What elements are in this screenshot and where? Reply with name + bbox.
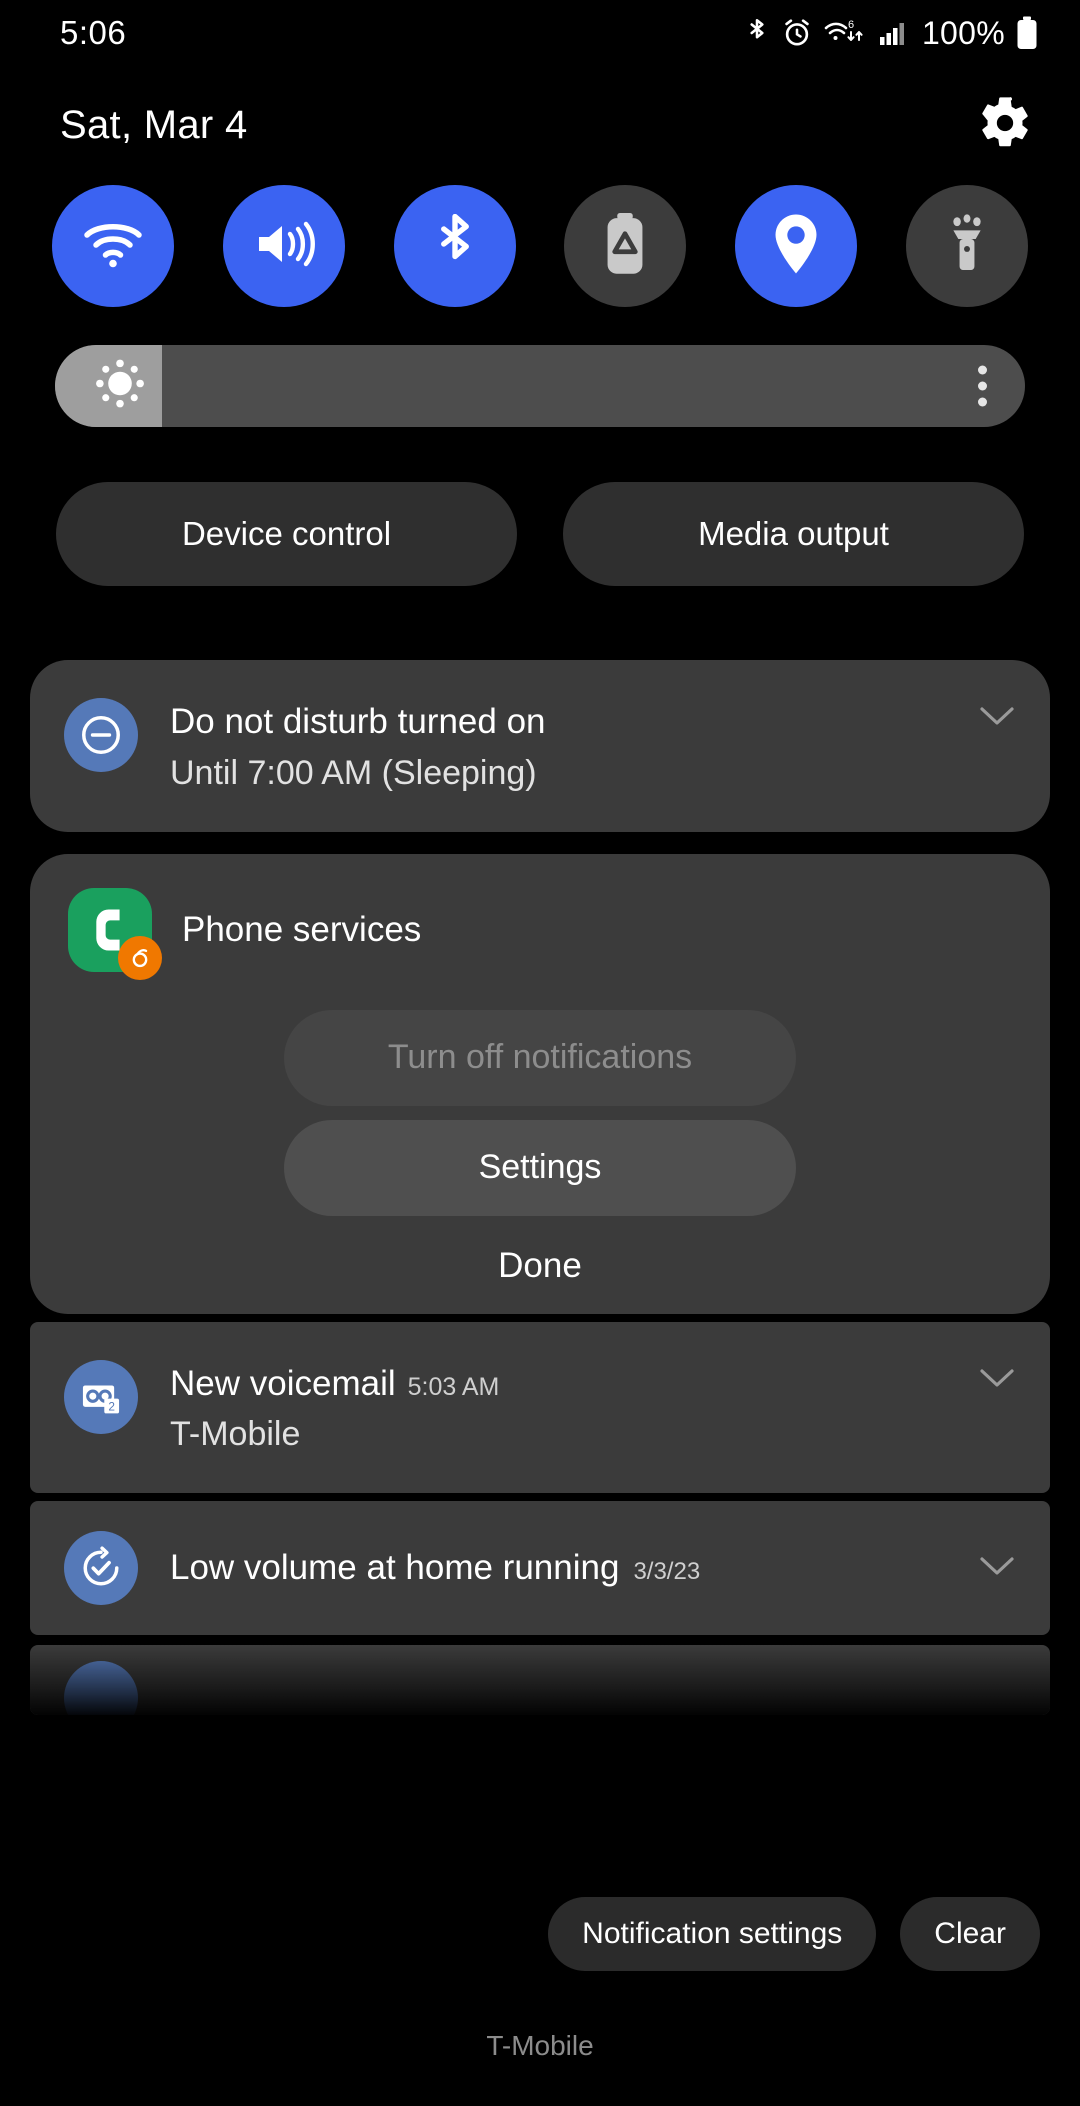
notification-time: 5:03 AM — [407, 1372, 500, 1401]
qs-tile-location[interactable] — [735, 185, 858, 307]
cellular-signal-icon — [879, 18, 909, 48]
notification-routine[interactable]: Low volume at home running 3/3/23 — [30, 1501, 1050, 1636]
qs-tile-flashlight[interactable] — [905, 185, 1028, 307]
notification-do-not-disturb[interactable]: Do not disturb turned on Until 7:00 AM (… — [30, 660, 1050, 832]
more-vertical-icon[interactable] — [978, 365, 987, 407]
phone-app-icon — [68, 887, 162, 980]
notification-phone-services[interactable]: Phone services Turn off notifications Se… — [30, 853, 1050, 1314]
date-label: Sat, Mar 4 — [60, 102, 248, 147]
shade-footer: Notification settings Clear — [0, 1880, 1080, 1988]
battery-percent-label: 100% — [921, 14, 1005, 51]
notification-settings-button[interactable]: Notification settings — [548, 1897, 877, 1971]
wifi-6-icon: 6 — [824, 17, 868, 49]
qs-tile-power-saving[interactable] — [564, 185, 687, 307]
partial-notification-icon — [64, 1661, 138, 1716]
flashlight-icon — [942, 213, 992, 280]
brightness-sun-icon — [93, 357, 147, 416]
chevron-down-icon — [978, 704, 1016, 733]
do-not-disturb-icon — [64, 698, 138, 772]
dot — [978, 397, 987, 407]
dot — [978, 365, 987, 375]
notification-settings-action-button[interactable]: Settings — [284, 1119, 796, 1216]
expand-button[interactable] — [968, 1360, 1016, 1395]
battery-saver-icon — [603, 212, 647, 280]
notification-app-name: Phone services — [182, 909, 422, 949]
qs-tile-bluetooth[interactable] — [393, 185, 516, 307]
notification-title: New voicemail — [170, 1363, 396, 1403]
device-control-button[interactable]: Device control — [56, 482, 517, 586]
routines-check-icon — [64, 1531, 138, 1606]
notification-partially-visible[interactable] — [30, 1645, 1050, 1716]
expand-button[interactable] — [968, 698, 1016, 733]
voicemail-icon: 2 — [64, 1359, 138, 1434]
shortcut-row: Device control Media output — [56, 482, 1024, 586]
svg-text:2: 2 — [108, 1399, 115, 1413]
qs-tile-wifi[interactable] — [52, 185, 174, 307]
dot — [978, 381, 987, 391]
notification-subtitle: Until 7:00 AM (Sleeping) — [170, 753, 537, 792]
expand-button[interactable] — [968, 1554, 1016, 1583]
status-bar: 5:06 6 100% — [0, 0, 1080, 66]
notification-date: 3/3/23 — [633, 1557, 701, 1585]
notification-list[interactable]: Do not disturb turned on Until 7:00 AM (… — [0, 660, 1080, 1850]
chevron-down-icon — [978, 1366, 1016, 1395]
brightness-slider[interactable] — [55, 345, 1025, 427]
status-bar-clock: 5:06 — [60, 14, 127, 51]
notification-title: Do not disturb turned on — [170, 702, 546, 741]
battery-full-icon — [1016, 16, 1038, 50]
settings-button[interactable] — [970, 90, 1040, 160]
media-output-button[interactable]: Media output — [563, 482, 1024, 586]
turn-off-notifications-button[interactable]: Turn off notifications — [284, 1009, 796, 1106]
location-pin-icon — [770, 212, 822, 281]
qs-tile-sound[interactable] — [222, 185, 345, 307]
orange-badge-icon — [118, 935, 162, 980]
chevron-down-icon — [978, 1554, 1016, 1583]
notification-shade: 5:06 6 100% Sat, Mar 4 Device control Me… — [0, 0, 1080, 2106]
drag-handle[interactable] — [0, 2084, 1080, 2106]
status-bar-icons: 6 100% — [744, 15, 1038, 52]
done-button[interactable]: Done — [30, 1246, 1050, 1286]
carrier-label: T-Mobile — [486, 2030, 594, 2061]
svg-text:6: 6 — [848, 19, 854, 31]
bluetooth-icon — [433, 213, 477, 279]
gear-icon — [977, 95, 1033, 156]
volume-icon — [253, 216, 315, 277]
notification-subtitle: T-Mobile — [170, 1415, 301, 1454]
notification-title: Low volume at home running — [170, 1547, 620, 1587]
alarm-icon — [781, 17, 813, 49]
bluetooth-icon — [744, 16, 770, 50]
clear-button[interactable]: Clear — [900, 1897, 1040, 1971]
wifi-icon — [81, 217, 145, 276]
quick-settings-row — [0, 185, 1080, 307]
notification-new-voicemail[interactable]: 2 New voicemail 5:03 AM T-Mobile — [30, 1321, 1050, 1494]
shade-header: Sat, Mar 4 — [0, 80, 1080, 170]
